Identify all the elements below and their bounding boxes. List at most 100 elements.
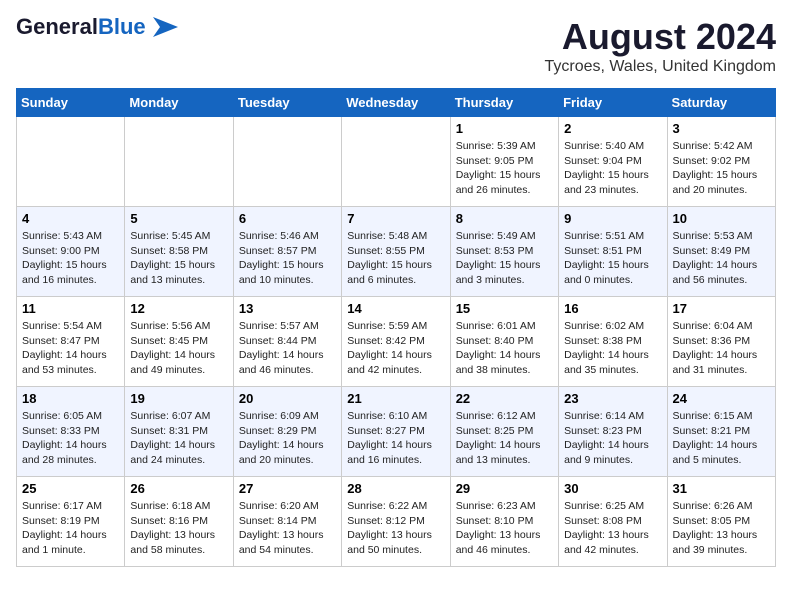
day-info: Sunrise: 6:09 AM Sunset: 8:29 PM Dayligh…: [239, 409, 336, 468]
month-year-title: August 2024: [545, 16, 777, 58]
day-number: 5: [130, 211, 227, 226]
day-number: 4: [22, 211, 119, 226]
day-info: Sunrise: 5:46 AM Sunset: 8:57 PM Dayligh…: [239, 229, 336, 288]
day-number: 25: [22, 481, 119, 496]
calendar-week-row: 1 Sunrise: 5:39 AM Sunset: 9:05 PM Daylig…: [17, 117, 776, 207]
day-info: Sunrise: 6:15 AM Sunset: 8:21 PM Dayligh…: [673, 409, 770, 468]
day-info: Sunrise: 5:42 AM Sunset: 9:02 PM Dayligh…: [673, 139, 770, 198]
day-info: Sunrise: 5:54 AM Sunset: 8:47 PM Dayligh…: [22, 319, 119, 378]
calendar-cell: 31Sunrise: 6:26 AM Sunset: 8:05 PM Dayli…: [667, 477, 775, 567]
calendar-cell: 24 Sunrise: 6:15 AM Sunset: 8:21 PM Dayli…: [667, 387, 775, 477]
day-info: Sunrise: 5:40 AM Sunset: 9:04 PM Dayligh…: [564, 139, 661, 198]
calendar-cell: 9Sunrise: 5:51 AM Sunset: 8:51 PM Daylig…: [559, 207, 667, 297]
day-number: 22: [456, 391, 553, 406]
day-number: 27: [239, 481, 336, 496]
weekday-header-tuesday: Tuesday: [233, 89, 341, 117]
weekday-header-saturday: Saturday: [667, 89, 775, 117]
day-info: Sunrise: 6:18 AM Sunset: 8:16 PM Dayligh…: [130, 499, 227, 558]
day-info: Sunrise: 6:10 AM Sunset: 8:27 PM Dayligh…: [347, 409, 444, 468]
day-info: Sunrise: 6:12 AM Sunset: 8:25 PM Dayligh…: [456, 409, 553, 468]
calendar-cell: 11 Sunrise: 5:54 AM Sunset: 8:47 PM Dayli…: [17, 297, 125, 387]
day-number: 20: [239, 391, 336, 406]
day-info: Sunrise: 5:48 AM Sunset: 8:55 PM Dayligh…: [347, 229, 444, 288]
calendar-cell: 28 Sunrise: 6:22 AM Sunset: 8:12 PM Dayli…: [342, 477, 450, 567]
calendar-cell: 15 Sunrise: 6:01 AM Sunset: 8:40 PM Dayli…: [450, 297, 558, 387]
calendar-cell: 25 Sunrise: 6:17 AM Sunset: 8:19 PM Dayli…: [17, 477, 125, 567]
day-number: 7: [347, 211, 444, 226]
calendar-cell: 13Sunrise: 5:57 AM Sunset: 8:44 PM Dayli…: [233, 297, 341, 387]
day-number: 19: [130, 391, 227, 406]
calendar-cell: 2Sunrise: 5:40 AM Sunset: 9:04 PM Daylig…: [559, 117, 667, 207]
calendar-cell: 3Sunrise: 5:42 AM Sunset: 9:02 PM Daylig…: [667, 117, 775, 207]
calendar-cell: [17, 117, 125, 207]
title-block: August 2024 Tycroes, Wales, United Kingd…: [545, 16, 777, 76]
day-info: Sunrise: 6:01 AM Sunset: 8:40 PM Dayligh…: [456, 319, 553, 378]
calendar-cell: [125, 117, 233, 207]
calendar-cell: 17 Sunrise: 6:04 AM Sunset: 8:36 PM Dayli…: [667, 297, 775, 387]
day-info: Sunrise: 6:20 AM Sunset: 8:14 PM Dayligh…: [239, 499, 336, 558]
calendar-cell: 18 Sunrise: 6:05 AM Sunset: 8:33 PM Dayli…: [17, 387, 125, 477]
weekday-header-thursday: Thursday: [450, 89, 558, 117]
calendar-week-row: 4 Sunrise: 5:43 AM Sunset: 9:00 PM Daylig…: [17, 207, 776, 297]
calendar-table: SundayMondayTuesdayWednesdayThursdayFrid…: [16, 88, 776, 567]
day-info: Sunrise: 5:56 AM Sunset: 8:45 PM Dayligh…: [130, 319, 227, 378]
calendar-cell: 14 Sunrise: 5:59 AM Sunset: 8:42 PM Dayli…: [342, 297, 450, 387]
calendar-cell: 30 Sunrise: 6:25 AM Sunset: 8:08 PM Dayli…: [559, 477, 667, 567]
day-number: 6: [239, 211, 336, 226]
day-info: Sunrise: 5:49 AM Sunset: 8:53 PM Dayligh…: [456, 229, 553, 288]
day-info: Sunrise: 5:57 AM Sunset: 8:44 PM Dayligh…: [239, 319, 336, 378]
calendar-cell: 10 Sunrise: 5:53 AM Sunset: 8:49 PM Dayli…: [667, 207, 775, 297]
day-info: Sunrise: 6:25 AM Sunset: 8:08 PM Dayligh…: [564, 499, 661, 558]
day-info: Sunrise: 5:59 AM Sunset: 8:42 PM Dayligh…: [347, 319, 444, 378]
calendar-week-row: 11 Sunrise: 5:54 AM Sunset: 8:47 PM Dayli…: [17, 297, 776, 387]
day-info: Sunrise: 6:22 AM Sunset: 8:12 PM Dayligh…: [347, 499, 444, 558]
day-number: 12: [130, 301, 227, 316]
weekday-header-sunday: Sunday: [17, 89, 125, 117]
calendar-cell: 6 Sunrise: 5:46 AM Sunset: 8:57 PM Daylig…: [233, 207, 341, 297]
day-number: 10: [673, 211, 770, 226]
day-number: 24: [673, 391, 770, 406]
day-info: Sunrise: 6:17 AM Sunset: 8:19 PM Dayligh…: [22, 499, 119, 558]
day-info: Sunrise: 6:07 AM Sunset: 8:31 PM Dayligh…: [130, 409, 227, 468]
calendar-cell: 7 Sunrise: 5:48 AM Sunset: 8:55 PM Daylig…: [342, 207, 450, 297]
day-number: 15: [456, 301, 553, 316]
calendar-week-row: 25 Sunrise: 6:17 AM Sunset: 8:19 PM Dayli…: [17, 477, 776, 567]
calendar-cell: 8 Sunrise: 5:49 AM Sunset: 8:53 PM Daylig…: [450, 207, 558, 297]
day-number: 1: [456, 121, 553, 136]
day-number: 26: [130, 481, 227, 496]
calendar-cell: 1 Sunrise: 5:39 AM Sunset: 9:05 PM Daylig…: [450, 117, 558, 207]
day-number: 11: [22, 301, 119, 316]
calendar-cell: 5 Sunrise: 5:45 AM Sunset: 8:58 PM Daylig…: [125, 207, 233, 297]
day-number: 28: [347, 481, 444, 496]
day-number: 23: [564, 391, 661, 406]
weekday-header-wednesday: Wednesday: [342, 89, 450, 117]
day-number: 8: [456, 211, 553, 226]
weekday-header-friday: Friday: [559, 89, 667, 117]
day-info: Sunrise: 6:23 AM Sunset: 8:10 PM Dayligh…: [456, 499, 553, 558]
calendar-week-row: 18 Sunrise: 6:05 AM Sunset: 8:33 PM Dayli…: [17, 387, 776, 477]
day-number: 14: [347, 301, 444, 316]
calendar-header: SundayMondayTuesdayWednesdayThursdayFrid…: [17, 89, 776, 117]
calendar-cell: [342, 117, 450, 207]
day-number: 21: [347, 391, 444, 406]
day-info: Sunrise: 5:53 AM Sunset: 8:49 PM Dayligh…: [673, 229, 770, 288]
day-number: 30: [564, 481, 661, 496]
weekday-header-row: SundayMondayTuesdayWednesdayThursdayFrid…: [17, 89, 776, 117]
day-info: Sunrise: 6:14 AM Sunset: 8:23 PM Dayligh…: [564, 409, 661, 468]
day-info: Sunrise: 5:43 AM Sunset: 9:00 PM Dayligh…: [22, 229, 119, 288]
day-info: Sunrise: 6:04 AM Sunset: 8:36 PM Dayligh…: [673, 319, 770, 378]
page-header: GeneralBlue August 2024 Tycroes, Wales, …: [16, 16, 776, 76]
day-info: Sunrise: 5:51 AM Sunset: 8:51 PM Dayligh…: [564, 229, 661, 288]
calendar-cell: 20 Sunrise: 6:09 AM Sunset: 8:29 PM Dayli…: [233, 387, 341, 477]
calendar-cell: 22 Sunrise: 6:12 AM Sunset: 8:25 PM Dayli…: [450, 387, 558, 477]
calendar-body: 1 Sunrise: 5:39 AM Sunset: 9:05 PM Daylig…: [17, 117, 776, 567]
weekday-header-monday: Monday: [125, 89, 233, 117]
day-number: 18: [22, 391, 119, 406]
day-info: Sunrise: 6:02 AM Sunset: 8:38 PM Dayligh…: [564, 319, 661, 378]
day-info: Sunrise: 6:05 AM Sunset: 8:33 PM Dayligh…: [22, 409, 119, 468]
calendar-cell: 27 Sunrise: 6:20 AM Sunset: 8:14 PM Dayli…: [233, 477, 341, 567]
logo-text: GeneralBlue: [16, 16, 146, 38]
day-info: Sunrise: 5:39 AM Sunset: 9:05 PM Dayligh…: [456, 139, 553, 198]
day-number: 17: [673, 301, 770, 316]
day-info: Sunrise: 5:45 AM Sunset: 8:58 PM Dayligh…: [130, 229, 227, 288]
